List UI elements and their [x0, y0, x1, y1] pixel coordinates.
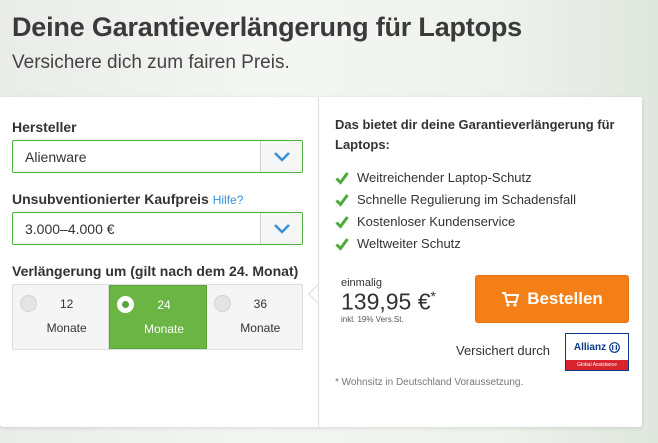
check-icon	[335, 237, 357, 251]
extension-option-36[interactable]: 36 Monate	[207, 285, 302, 349]
order-button[interactable]: Bestellen	[475, 275, 629, 323]
order-label: Bestellen	[527, 289, 603, 308]
option-unit: Monate	[143, 322, 184, 336]
extension-option-12[interactable]: 12 Monate	[13, 285, 110, 349]
check-icon	[335, 215, 357, 229]
benefits-title: Das bietet dir deine Garantieverlängerun…	[335, 117, 615, 152]
manufacturer-label: Hersteller	[12, 119, 77, 135]
configurator-card: Hersteller Alienware Unsubventionierter …	[0, 97, 642, 427]
check-icon	[335, 171, 357, 185]
benefit-item: Kostenloser Kundenservice	[335, 214, 515, 229]
price-select[interactable]: 3.000–4.000 €	[12, 212, 303, 245]
benefit-item: Weitreichender Laptop-Schutz	[335, 170, 532, 185]
option-number: 36	[253, 297, 267, 311]
insurer-label: Versichert durch	[456, 343, 550, 358]
page-subtitle: Versichere dich zum fairen Preis.	[12, 52, 290, 73]
chevron-down-icon[interactable]	[260, 141, 302, 172]
config-panel: Hersteller Alienware Unsubventionierter …	[0, 97, 318, 427]
price-value: 3.000–4.000 €	[25, 221, 115, 237]
check-icon	[335, 193, 357, 207]
benefit-text: Weltweiter Schutz	[357, 236, 461, 251]
benefit-text: Weitreichender Laptop-Schutz	[357, 170, 532, 185]
price-amount-row: 139,95 €*	[341, 288, 436, 316]
allianz-logo: Allianz Global Assistance	[565, 333, 629, 371]
option-number: 12	[59, 297, 74, 311]
option-number: 24	[157, 298, 171, 312]
benefit-item: Weltweiter Schutz	[335, 236, 461, 251]
benefit-text: Kostenloser Kundenservice	[357, 214, 516, 229]
extension-option-24[interactable]: 24 Monate	[109, 285, 207, 349]
allianz-brand: Allianz	[573, 341, 607, 353]
price-amount: 139,95 €	[341, 288, 431, 315]
price-label: Unsubventionierter Kaufpreis	[12, 191, 209, 207]
help-link[interactable]: Hilfe?	[213, 193, 244, 207]
manufacturer-value: Alienware	[25, 149, 87, 165]
tax-note: inkl. 19% Vers.St.	[341, 315, 404, 324]
allianz-wordmark: Allianz	[566, 334, 628, 360]
manufacturer-select[interactable]: Alienware	[12, 140, 303, 173]
benefit-item: Schnelle Regulierung im Schadensfall	[335, 192, 576, 207]
eagle-icon	[609, 341, 621, 353]
chevron-down-icon[interactable]	[260, 213, 302, 244]
cart-icon	[501, 291, 520, 307]
summary-panel: Das bietet dir deine Garantieverlängerun…	[318, 97, 642, 427]
extension-label: Verlängerung um (gilt nach dem 24. Monat…	[12, 263, 299, 279]
footnote: * Wohnsitz in Deutschland Voraussetzung.	[335, 377, 524, 388]
price-label-row: Unsubventionierter Kaufpreis Hilfe?	[12, 191, 243, 207]
benefit-text: Schnelle Regulierung im Schadensfall	[357, 192, 576, 207]
allianz-tagline: Global Assistance	[566, 360, 628, 370]
price-asterisk: *	[430, 288, 436, 304]
option-unit: Monate	[240, 321, 281, 335]
page-title: Deine Garantieverlängerung für Laptops	[12, 12, 523, 42]
extension-selector: 12 Monate 24 Monate 36 Monate	[12, 284, 303, 350]
option-unit: Monate	[46, 321, 87, 335]
